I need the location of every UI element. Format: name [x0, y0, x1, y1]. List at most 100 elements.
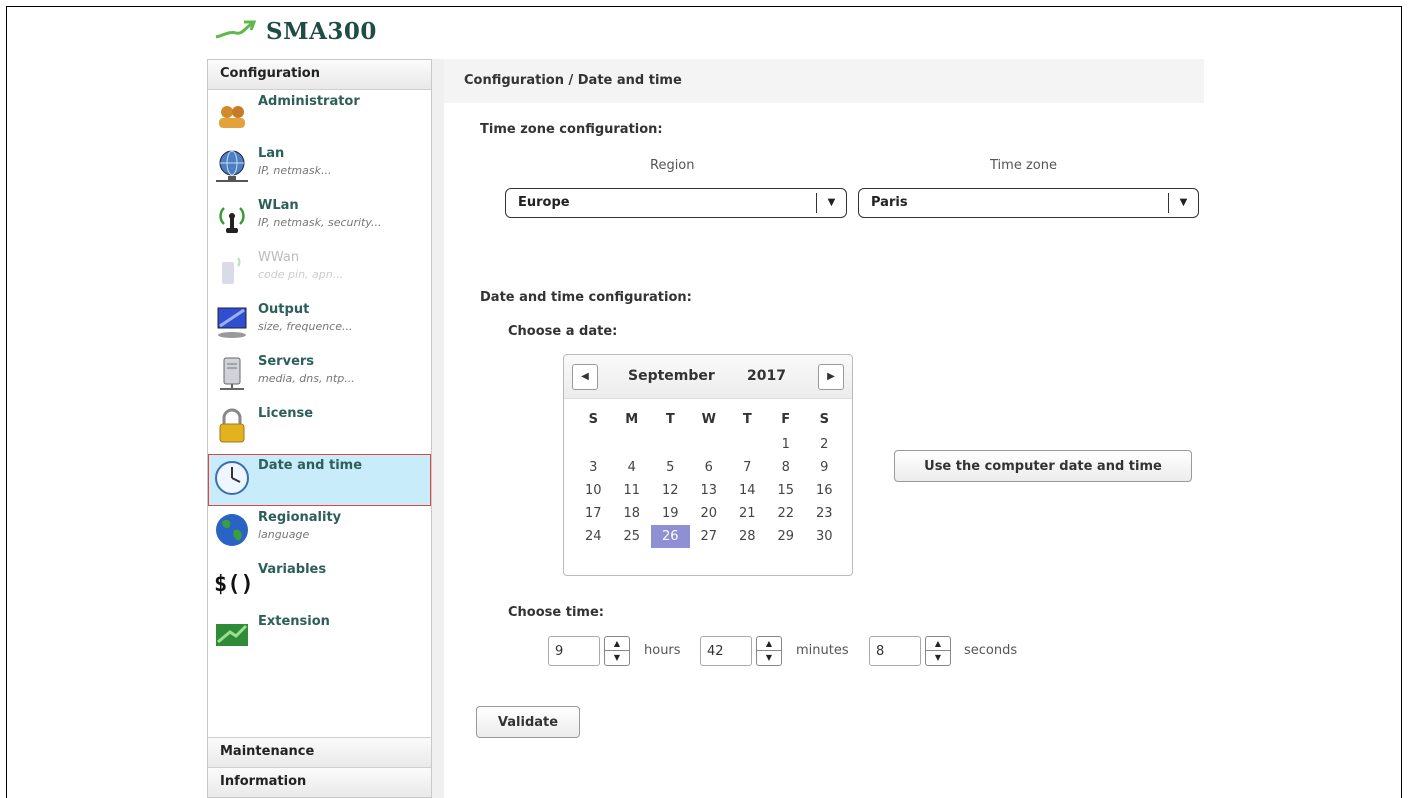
prev-month-button[interactable]: ◀ — [572, 364, 598, 390]
calendar-day[interactable]: 4 — [613, 456, 652, 479]
servers-tower-icon — [220, 357, 244, 390]
calendar-day[interactable]: 30 — [805, 525, 844, 548]
calendar-day[interactable]: 2 — [805, 433, 844, 456]
sidebar-item-output[interactable]: Output size, frequence... — [208, 298, 431, 350]
calendar-day[interactable]: 12 — [651, 479, 690, 502]
calendar-week-row: 12 — [574, 433, 844, 456]
calendar-day[interactable]: 8 — [767, 456, 806, 479]
sidebar-item-label: WWan — [258, 250, 300, 265]
calendar-day[interactable]: 28 — [728, 525, 767, 548]
minutes-input[interactable] — [700, 636, 752, 666]
app-title: SMA300 — [266, 17, 377, 45]
sidebar-item-wlan[interactable]: WLan IP, netmask, security... — [208, 194, 431, 246]
chevron-left-icon: ◀ — [581, 371, 589, 382]
calendar-weekday: T — [665, 412, 675, 427]
minutes-stepper[interactable]: ▲ ▼ — [700, 636, 785, 666]
spin-up-icon[interactable]: ▲ — [757, 637, 781, 651]
calendar-day[interactable]: 18 — [613, 502, 652, 525]
sidebar-item-wwan[interactable]: WWan code pin, apn... — [208, 246, 431, 298]
seconds-spin-buttons[interactable]: ▲ ▼ — [925, 636, 951, 666]
region-label: Region — [650, 158, 695, 173]
sidebar-bottom: Maintenance Information — [208, 737, 431, 797]
sidebar-item-administrator[interactable]: Administrator — [208, 90, 431, 142]
calendar-day[interactable]: 1 — [767, 433, 806, 456]
sidebar-item-label: Servers — [258, 354, 315, 369]
variables-icon: $() — [214, 572, 250, 597]
spin-down-icon[interactable]: ▼ — [605, 651, 629, 665]
calendar-day[interactable]: 22 — [767, 502, 806, 525]
calendar-day[interactable]: 25 — [613, 525, 652, 548]
calendar-day[interactable]: 11 — [613, 479, 652, 502]
calendar-month[interactable]: September — [628, 368, 715, 384]
calendar-day[interactable]: 3 — [574, 456, 613, 479]
chevron-down-icon[interactable]: ▼ — [1168, 193, 1198, 213]
calendar-day[interactable]: 24 — [574, 525, 613, 548]
hours-stepper[interactable]: ▲ ▼ — [548, 636, 633, 666]
calendar-empty-cell — [574, 433, 613, 456]
calendar-day[interactable]: 23 — [805, 502, 844, 525]
sidebar-item-variables[interactable]: $() Variables — [208, 558, 431, 610]
spin-down-icon[interactable]: ▼ — [926, 651, 950, 665]
timezone-label: Time zone — [990, 158, 1057, 173]
calendar-day[interactable]: 29 — [767, 525, 806, 548]
sidebar-item-label: License — [258, 406, 314, 421]
calendar-day[interactable]: 5 — [651, 456, 690, 479]
calendar-week-row: 3456789 — [574, 456, 844, 479]
sidebar-item-extension[interactable]: Extension — [208, 610, 431, 662]
sidebar-item-sub: size, frequence... — [258, 320, 353, 333]
calendar-day[interactable]: 7 — [728, 456, 767, 479]
sidebar-header-maintenance[interactable]: Maintenance — [208, 737, 431, 767]
calendar-day[interactable]: 20 — [690, 502, 729, 525]
minutes-spin-buttons[interactable]: ▲ ▼ — [756, 636, 782, 666]
calendar-year[interactable]: 2017 — [747, 368, 786, 384]
seconds-stepper[interactable]: ▲ ▼ — [869, 636, 954, 666]
calendar-day[interactable]: 16 — [805, 479, 844, 502]
timezone-section-title: Time zone configuration: — [480, 122, 663, 137]
sidebar-item-lan[interactable]: Lan IP, netmask... — [208, 142, 431, 194]
calendar-day[interactable]: 6 — [690, 456, 729, 479]
spin-down-icon[interactable]: ▼ — [757, 651, 781, 665]
hours-input[interactable] — [548, 636, 600, 666]
extension-icon — [216, 624, 248, 646]
next-month-button[interactable]: ▶ — [818, 364, 844, 390]
calendar-day[interactable]: 15 — [767, 479, 806, 502]
calendar-day[interactable]: 21 — [728, 502, 767, 525]
regionality-globe-icon — [216, 514, 248, 546]
calendar-week-row: 10 11 12 13 14 15 16 — [574, 479, 844, 502]
validate-button[interactable]: Validate — [476, 706, 580, 738]
sidebar-item-license[interactable]: License — [208, 402, 431, 454]
spin-up-icon[interactable]: ▲ — [926, 637, 950, 651]
sidebar-header-configuration[interactable]: Configuration — [208, 60, 431, 90]
calendar-day[interactable]: 17 — [574, 502, 613, 525]
sidebar-item-regionality[interactable]: Regionality language — [208, 506, 431, 558]
timezone-select[interactable]: Paris ▼ — [858, 188, 1199, 218]
sidebar-item-label: Date and time — [258, 458, 363, 473]
calendar-grid: S M T W T F S 1 2 3 4 5 6 7 8 9 10 11 12 13 14 15 16 17 18 19 20 21… — [574, 407, 844, 548]
calendar-day[interactable]: 14 — [728, 479, 767, 502]
seconds-input[interactable] — [869, 636, 921, 666]
calendar-day[interactable]: 9 — [805, 456, 844, 479]
chevron-down-icon[interactable]: ▼ — [816, 193, 846, 213]
sidebar-item-servers[interactable]: Servers media, dns, ntp... — [208, 350, 431, 402]
calendar-day[interactable]: 13 — [690, 479, 729, 502]
main-panel: Configuration / Date and time Time zone … — [444, 59, 1204, 798]
calendar-weekday: S — [588, 412, 598, 427]
calendar-day[interactable]: 10 — [574, 479, 613, 502]
region-select[interactable]: Europe ▼ — [505, 188, 847, 218]
use-computer-datetime-button[interactable]: Use the computer date and time — [894, 450, 1192, 482]
seconds-unit-label: seconds — [964, 643, 1018, 658]
sidebar-item-date-and-time[interactable]: Date and time — [208, 454, 431, 506]
sidebar-header-information[interactable]: Information — [208, 767, 431, 797]
spin-up-icon[interactable]: ▲ — [605, 637, 629, 651]
sidebar-item-sub: media, dns, ntp... — [258, 372, 355, 385]
calendar-empty-cell — [728, 433, 767, 456]
breadcrumb: Configuration / Date and time — [444, 59, 1204, 103]
calendar-empty-cell — [690, 433, 729, 456]
panel-separator — [432, 59, 444, 798]
minutes-unit-label: minutes — [796, 643, 849, 658]
calendar-day[interactable]: 19 — [651, 502, 690, 525]
calendar-day-selected[interactable]: 26 — [651, 525, 690, 548]
calendar-weekday: M — [625, 412, 639, 427]
calendar-day[interactable]: 27 — [690, 525, 729, 548]
hours-spin-buttons[interactable]: ▲ ▼ — [604, 636, 630, 666]
